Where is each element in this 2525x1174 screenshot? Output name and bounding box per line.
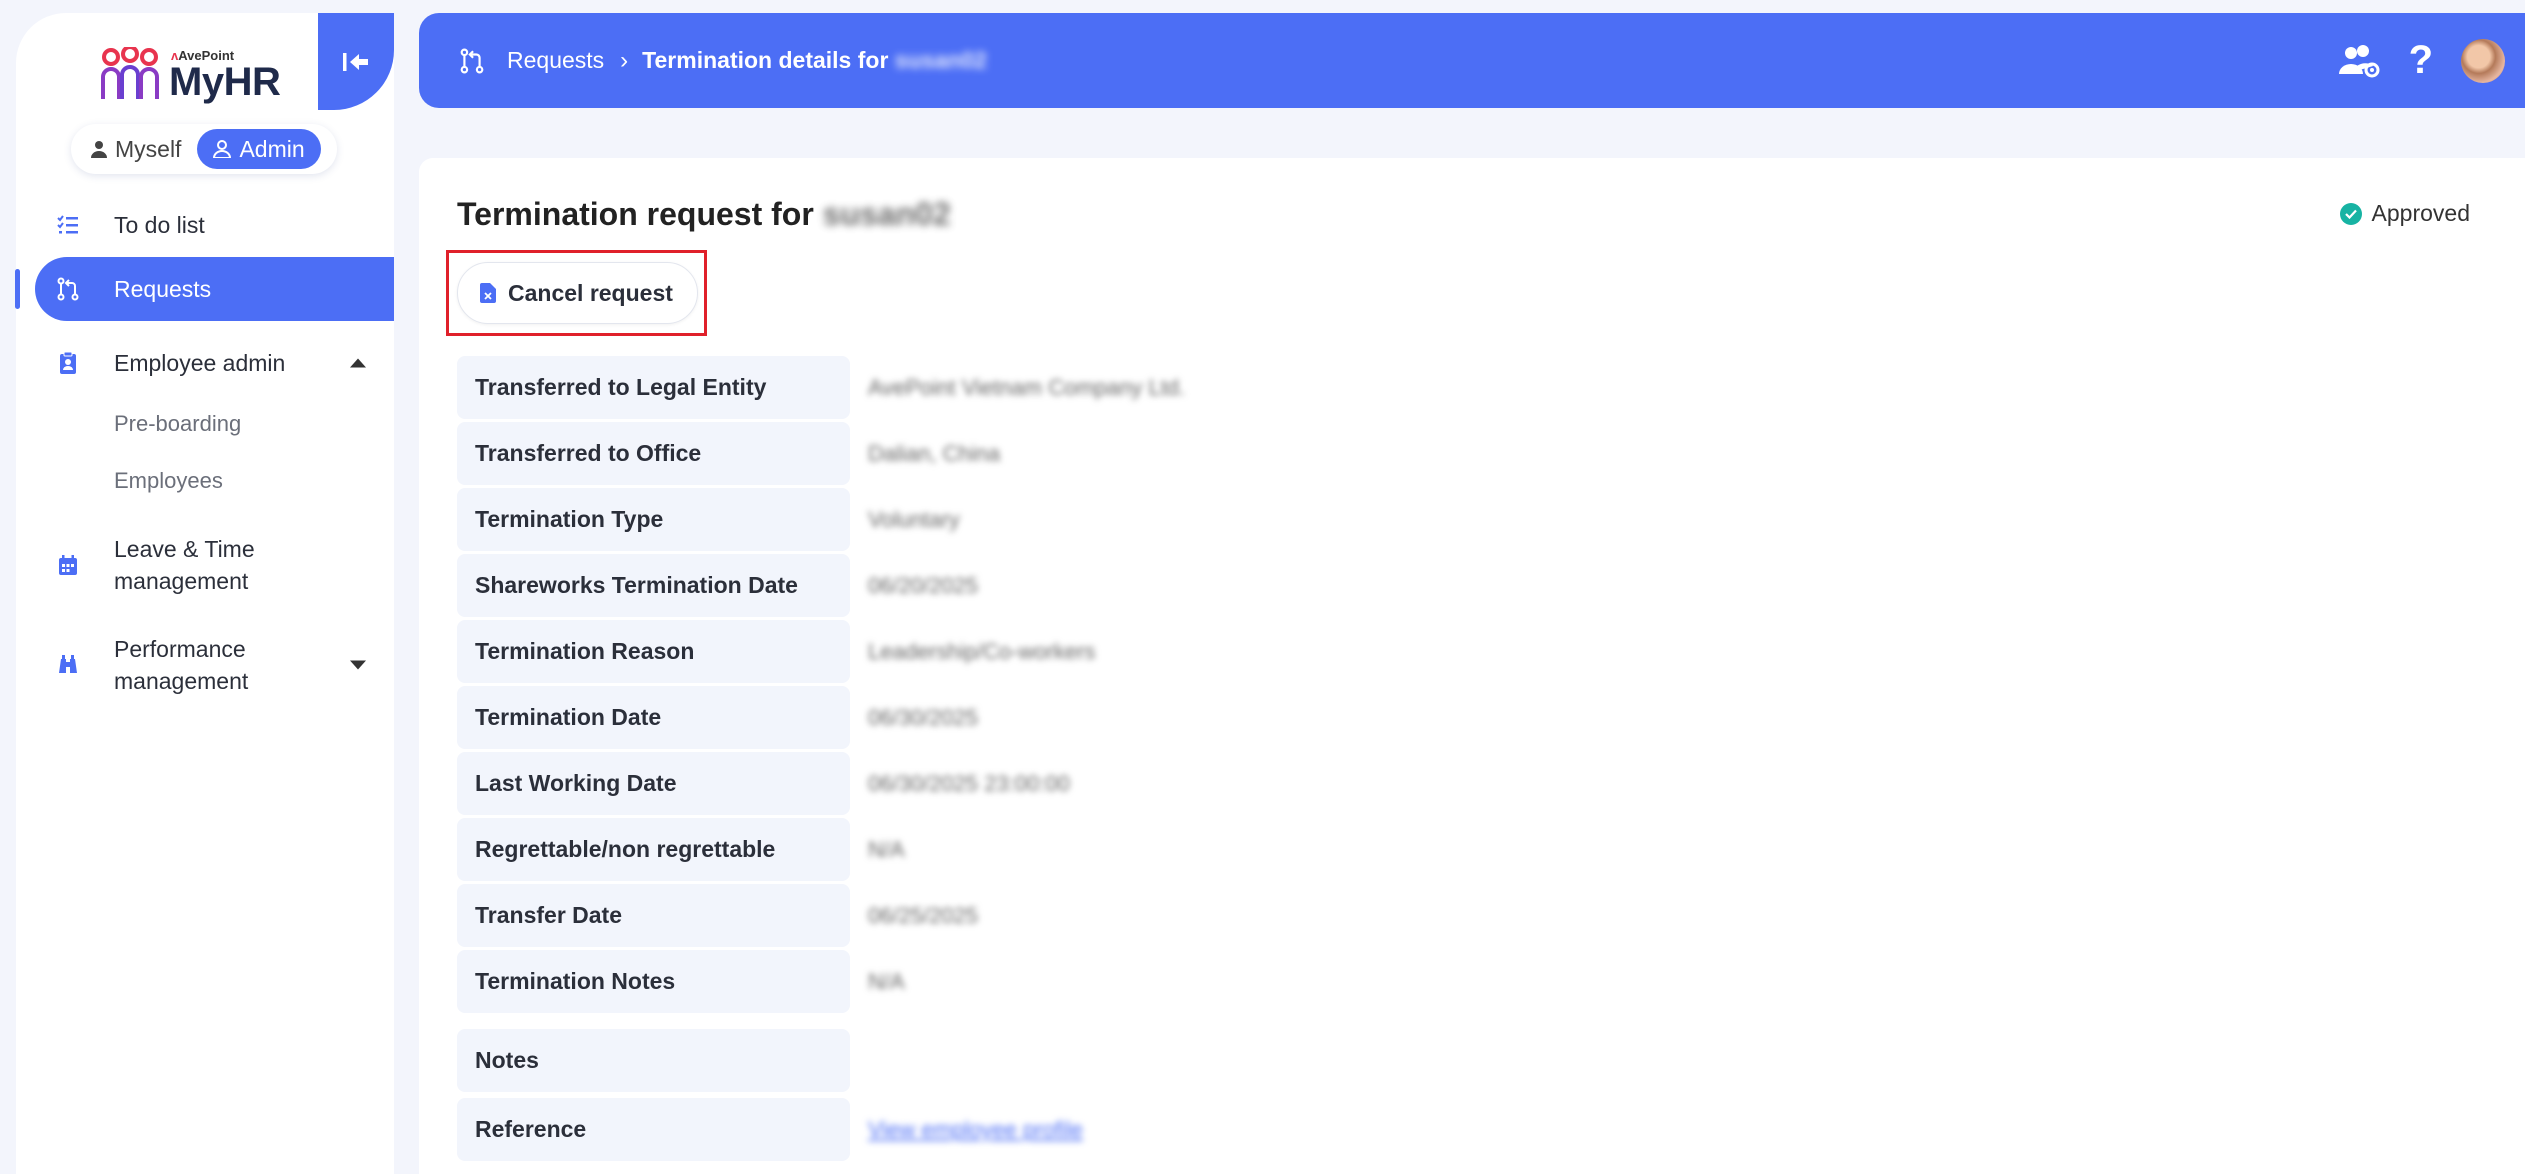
detail-value: N/A <box>868 836 905 862</box>
breadcrumb-current: Termination details for susan02 <box>642 47 987 74</box>
active-indicator <box>15 269 20 309</box>
sidebar-item-label: Employee admin <box>114 349 286 376</box>
detail-label: Transferred to Office <box>457 422 850 485</box>
detail-value: 06/20/2025 <box>868 572 979 598</box>
detail-label: Termination Date <box>457 686 850 749</box>
detail-value: N/A <box>868 968 905 994</box>
detail-row: Transferred to Legal Entity AvePoint Viet… <box>457 356 2357 419</box>
top-bar: Requests › Termination details for susan… <box>419 13 2525 108</box>
detail-label: Transfer Date <box>457 884 850 947</box>
role-admin-label: Admin <box>239 135 305 162</box>
detail-value: 06/25/2025 <box>868 902 979 928</box>
breadcrumb-username: susan02 <box>894 47 987 73</box>
detail-row: Notes <box>457 1029 2357 1092</box>
view-profile-link[interactable]: View employee profile <box>850 1098 2357 1161</box>
detail-row: Transfer Date 06/25/2025 <box>457 884 2357 947</box>
sidebar-item-label: Requests <box>114 275 212 302</box>
breadcrumb-current-label: Termination details for <box>642 47 889 73</box>
detail-row: Termination Notes N/A <box>457 950 2357 1013</box>
sidebar-item-label: Leave & Time management <box>114 536 255 594</box>
detail-value: Voluntary <box>868 506 960 532</box>
logo-name: MyHR <box>169 59 281 104</box>
sidebar-nav: To do list Requests Employee admin Pre-b… <box>15 193 394 707</box>
collapse-arrow-icon <box>343 52 368 71</box>
chevron-right-icon: › <box>620 46 629 74</box>
detail-row: Termination Reason Leadership/Co-workers <box>457 620 2357 683</box>
cancel-request-button[interactable]: Cancel request <box>457 262 698 324</box>
sidebar-item-requests-wrap: Requests <box>15 257 394 321</box>
sidebar-item-todo[interactable]: To do list <box>16 193 394 257</box>
detail-label: Last Working Date <box>457 752 850 815</box>
calendar-icon <box>59 555 77 575</box>
check-circle-icon <box>2339 202 2362 225</box>
detail-row: Termination Type Voluntary <box>457 488 2357 551</box>
role-myself-label: Myself <box>115 135 182 162</box>
role-admin-button[interactable]: Admin <box>197 129 321 169</box>
detail-row: Regrettable/non regrettable N/A <box>457 818 2357 881</box>
detail-row: Last Working Date 06/30/2025 23:00:00 <box>457 752 2357 815</box>
top-actions: ? <box>2338 13 2505 108</box>
request-card: Termination request for susan02 Approved… <box>419 158 2525 1174</box>
sidebar-item-label: To do list <box>114 211 205 238</box>
detail-value: Dalian, China <box>868 440 1001 466</box>
admin-person-icon <box>213 140 232 158</box>
page-title-username: susan02 <box>822 196 951 232</box>
detail-row: Termination Date 06/30/2025 <box>457 686 2357 749</box>
detail-row: Transferred to Office Dalian, China <box>457 422 2357 485</box>
checklist-icon <box>57 215 78 234</box>
help-icon[interactable]: ? <box>2409 38 2433 83</box>
detail-label: Termination Notes <box>457 950 850 1013</box>
detail-row: Reference View employee profile <box>457 1098 2357 1161</box>
sidebar-item-employee-admin[interactable]: Employee admin <box>16 331 394 395</box>
detail-row: Shareworks Termination Date 06/20/2025 <box>457 554 2357 617</box>
detail-value: 06/30/2025 <box>868 704 979 730</box>
role-switch: Myself Admin <box>71 124 337 174</box>
myhr-logo[interactable]: ʌAvePoint MyHR <box>99 47 281 104</box>
sidebar-item-leave-time[interactable]: Leave & Time management <box>16 523 316 607</box>
pull-request-icon <box>57 277 79 301</box>
detail-value: 06/30/2025 23:00:00 <box>868 770 1070 796</box>
people-settings-icon[interactable] <box>2338 44 2381 78</box>
clipboard-user-icon <box>60 351 76 374</box>
detail-label: Transferred to Legal Entity <box>457 356 850 419</box>
detail-label: Regrettable/non regrettable <box>457 818 850 881</box>
cancel-request-label: Cancel request <box>508 279 673 306</box>
detail-label: Termination Type <box>457 488 850 551</box>
details-table: Transferred to Legal Entity AvePoint Viet… <box>457 356 2357 1164</box>
status-badge: Approved <box>2339 200 2470 227</box>
file-cancel-icon <box>480 283 496 303</box>
detail-label: Reference <box>457 1098 850 1161</box>
detail-label: Termination Reason <box>457 620 850 683</box>
binoculars-icon <box>59 655 77 673</box>
role-myself-button[interactable]: Myself <box>75 129 197 169</box>
detail-value <box>850 1029 2357 1092</box>
detail-label: Notes <box>457 1029 850 1092</box>
page-title-label: Termination request for <box>457 196 814 232</box>
status-text: Approved <box>2371 200 2470 226</box>
person-icon <box>91 141 107 158</box>
chevron-down-icon <box>350 660 366 670</box>
sidebar-item-label: Performance management <box>114 636 249 694</box>
detail-label: Shareworks Termination Date <box>457 554 850 617</box>
people-logo-icon <box>101 47 159 99</box>
sidebar-subitem-employees[interactable]: Employees <box>16 452 394 509</box>
pull-request-icon <box>460 48 484 73</box>
sidebar-item-performance[interactable]: Performance management <box>16 623 394 707</box>
chevron-up-icon <box>350 358 366 368</box>
sidebar-subitem-preboarding[interactable]: Pre-boarding <box>16 395 394 452</box>
detail-value: Leadership/Co-workers <box>868 638 1096 664</box>
detail-value: AvePoint Vietnam Company Ltd. <box>868 374 1186 400</box>
breadcrumb-requests[interactable]: Requests <box>507 47 604 74</box>
sidebar-item-requests[interactable]: Requests <box>35 257 394 321</box>
avatar[interactable] <box>2461 38 2505 83</box>
page-title: Termination request for susan02 <box>457 196 951 233</box>
